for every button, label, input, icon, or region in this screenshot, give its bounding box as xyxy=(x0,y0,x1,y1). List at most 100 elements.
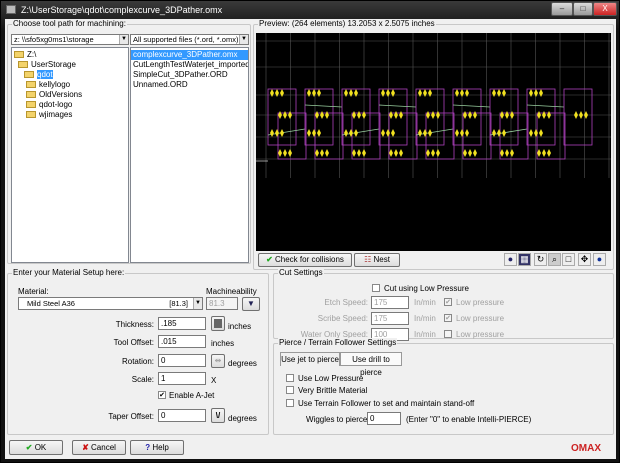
low-pressure-checkbox[interactable]: ✔ xyxy=(444,298,452,306)
machineability-dropdown-button[interactable]: ▼ xyxy=(242,297,260,311)
brittle-checkbox[interactable] xyxy=(286,386,294,394)
cut-low-pressure-checkbox[interactable] xyxy=(372,284,380,292)
material-label: Material: xyxy=(18,287,49,296)
open-folder-icon xyxy=(14,51,24,58)
pierce-low-pressure-checkbox[interactable] xyxy=(286,374,294,382)
low-pressure-checkbox[interactable] xyxy=(444,330,452,338)
wiggles-field[interactable]: 0 xyxy=(367,412,401,425)
material-select[interactable]: Mild Steel A36 [81.3] ▼ xyxy=(18,297,203,310)
taper-unit: degrees xyxy=(228,414,257,423)
folder-item[interactable]: UserStorage xyxy=(12,60,128,70)
taper-label: Taper Offset: xyxy=(108,412,154,421)
preview-canvas[interactable] xyxy=(256,33,611,251)
folder-item[interactable]: kellylogo xyxy=(12,80,128,90)
wiggles-hint: (Enter "0" to enable Intelli-PIERCE) xyxy=(406,415,532,424)
speed-label: Scribe Speed: xyxy=(317,314,368,323)
low-pressure-checkbox[interactable]: ✔ xyxy=(444,314,452,322)
taper-button[interactable]: \/ xyxy=(211,408,225,423)
machineability-field[interactable]: 81.3 xyxy=(206,297,238,310)
speed-field[interactable]: 175 xyxy=(371,312,409,325)
low-pressure-label: Low pressure xyxy=(456,330,505,339)
rotation-field[interactable]: 0 xyxy=(158,354,206,367)
cut-settings-label: Cut Settings xyxy=(278,268,324,277)
folder-icon xyxy=(26,101,36,108)
cut-low-pressure-label: Cut using Low Pressure xyxy=(384,284,469,293)
check-collisions-label: Check for collisions xyxy=(275,255,344,264)
checkmark-icon: ✔ xyxy=(266,255,273,264)
chevron-down-icon[interactable]: ▼ xyxy=(239,35,248,44)
check-collisions-button[interactable]: ✔ Check for collisions xyxy=(258,253,352,267)
folder-label: kellylogo xyxy=(39,80,71,89)
layers-icon[interactable]: ▦ xyxy=(518,253,531,266)
app-icon xyxy=(6,5,16,14)
material-group-label: Enter your Material Setup here: xyxy=(12,268,126,277)
folder-icon xyxy=(26,81,36,88)
preview-background xyxy=(256,33,611,251)
thickness-gauge-button[interactable] xyxy=(211,316,225,331)
tab-jet-pierce[interactable]: Use jet to pierce xyxy=(280,352,340,366)
cancel-button[interactable]: ✘ Cancel xyxy=(72,440,126,455)
preview-toolbar: ● ▦ ↻ ⌕ □ ✥ ● xyxy=(504,252,612,268)
x-icon: ✘ xyxy=(82,443,89,452)
material-value: Mild Steel A36 xyxy=(27,299,75,308)
info-icon[interactable]: ● xyxy=(593,253,606,266)
chevron-down-icon[interactable]: ▼ xyxy=(119,35,128,44)
filter-value: All supported files (*.ord, *.omx) xyxy=(133,35,239,44)
toolpath-group-label: Choose tool path for machining: xyxy=(12,19,127,28)
speed-field[interactable]: 175 xyxy=(371,296,409,309)
thickness-field[interactable]: .185 xyxy=(158,317,206,330)
pierce-group: Pierce / Terrain Follower Settings Use j… xyxy=(273,338,614,435)
thickness-unit: inches xyxy=(228,322,252,331)
folder-item[interactable]: qdot xyxy=(12,70,128,80)
filter-select[interactable]: All supported files (*.ord, *.omx) ▼ xyxy=(130,34,249,45)
folder-item[interactable]: OldVersions xyxy=(12,90,128,100)
gauge-icon xyxy=(214,319,222,328)
speed-label: Etch Speed: xyxy=(324,298,368,307)
close-button[interactable]: X xyxy=(593,2,617,16)
taper-field[interactable]: 0 xyxy=(158,409,206,422)
folder-label: OldVersions xyxy=(39,90,83,99)
ok-button[interactable]: ✔ OK xyxy=(9,440,63,455)
tab-drill-pierce[interactable]: Use drill to pierce xyxy=(340,352,402,377)
zoom-box-icon[interactable]: □ xyxy=(562,253,575,266)
help-button[interactable]: ? Help xyxy=(130,440,184,455)
folder-label: qdot xyxy=(37,70,53,79)
terrain-label: Use Terrain Follower to set and maintain… xyxy=(298,399,475,408)
brittle-label: Very Brittle Material xyxy=(298,386,368,395)
title-bar: Z:\UserStorage\qdot\complexcurve_3DPathe… xyxy=(1,1,620,19)
file-item[interactable]: CutLengthTestWaterjet_imported_ai xyxy=(131,60,248,70)
folder-tree[interactable]: Z:\ UserStorage qdot kellylogo OldVersions qd… xyxy=(11,47,129,263)
folder-item[interactable]: Z:\ xyxy=(12,50,128,60)
chevron-down-icon[interactable]: ▼ xyxy=(193,298,202,309)
rotation-unit: degrees xyxy=(228,359,257,368)
zoom-icon[interactable]: ⌕ xyxy=(548,253,561,266)
maximize-button[interactable]: □ xyxy=(573,2,593,16)
nest-button[interactable]: ☷ Nest xyxy=(354,253,400,267)
minimize-button[interactable]: – xyxy=(551,2,573,16)
folder-label: wjimages xyxy=(39,110,73,119)
question-icon: ? xyxy=(145,443,151,452)
file-item[interactable]: SimpleCut_3DPather.ORD xyxy=(131,70,248,80)
file-item[interactable]: complexcurve_3DPather.omx xyxy=(131,50,248,60)
pan-icon[interactable]: ✥ xyxy=(578,253,591,266)
tool-offset-field[interactable]: .015 xyxy=(158,335,206,348)
low-pressure-label: Low pressure xyxy=(456,298,505,307)
file-item[interactable]: Unnamed.ORD xyxy=(131,80,248,90)
terrain-checkbox[interactable] xyxy=(286,399,294,407)
enable-ajet-checkbox[interactable]: ✔ xyxy=(158,391,166,399)
folder-item[interactable]: qdot-logo xyxy=(12,100,128,110)
file-list[interactable]: complexcurve_3DPather.omx CutLengthTestWa… xyxy=(130,47,249,263)
ok-label: OK xyxy=(34,443,47,452)
folder-label: Z:\ xyxy=(27,50,37,59)
rotate-flip-button[interactable]: ⇹ xyxy=(211,354,225,368)
folder-item[interactable]: wjimages xyxy=(12,110,128,120)
machineability-label: Machineability xyxy=(206,287,257,296)
scale-field[interactable]: 1 xyxy=(158,372,206,385)
open-folder-icon xyxy=(18,61,28,68)
drive-select[interactable]: z: \\sfo5xg0ms1\storage ▼ xyxy=(11,34,129,45)
color-icon[interactable]: ● xyxy=(504,253,517,266)
folder-icon xyxy=(26,91,36,98)
scale-unit: X xyxy=(211,376,217,385)
rotate-icon[interactable]: ↻ xyxy=(534,253,547,266)
drive-value: z: \\sfo5xg0ms1\storage xyxy=(14,35,94,44)
